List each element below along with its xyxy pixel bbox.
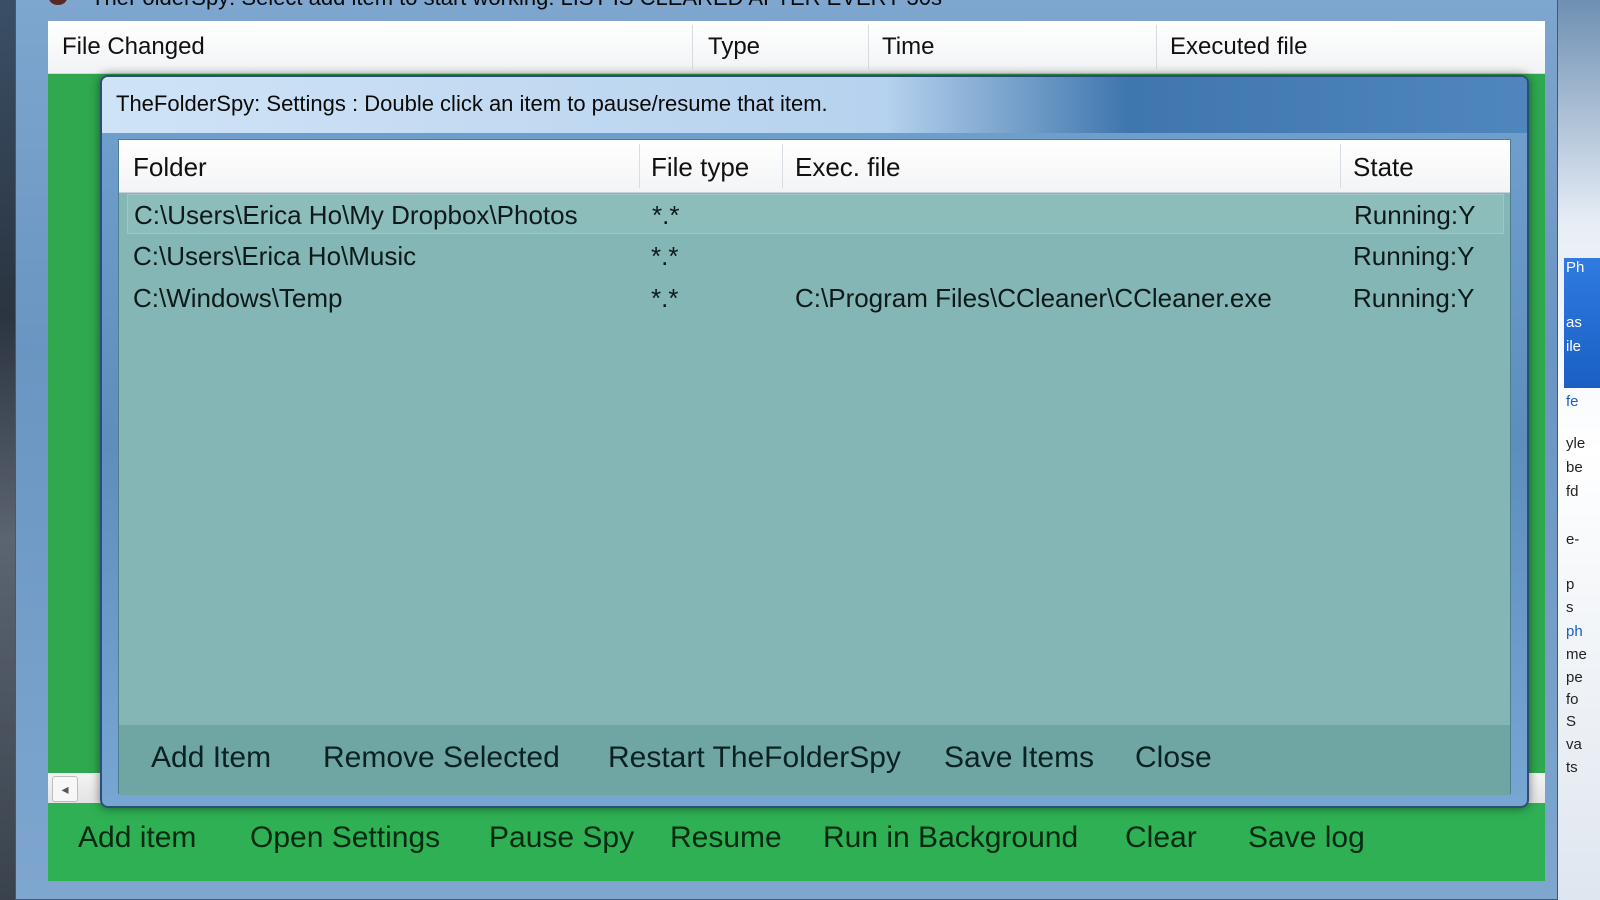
desktop-background-right: Ph as ile fe yle be fd e- p s ph me pe f…: [1552, 0, 1600, 900]
main-toolbar: Add item Open Settings Pause Spy Resume …: [48, 803, 1545, 881]
main-list-header: File Changed Type Time Executed file: [48, 21, 1545, 74]
save-log-button[interactable]: Save log: [1248, 821, 1365, 855]
settings-dialog-titlebar[interactable]: TheFolderSpy: Settings : Double click an…: [102, 77, 1527, 133]
resume-button[interactable]: Resume: [670, 821, 782, 855]
open-settings-button[interactable]: Open Settings: [250, 821, 440, 855]
spy-figure-icon[interactable]: [46, 0, 70, 5]
bg-text-fragment: fe: [1566, 393, 1579, 410]
column-divider[interactable]: [639, 144, 640, 188]
pause-spy-button[interactable]: Pause Spy: [489, 821, 634, 855]
remove-selected-button[interactable]: Remove Selected: [323, 741, 560, 775]
column-divider[interactable]: [782, 144, 783, 188]
column-divider[interactable]: [1156, 25, 1157, 69]
bg-text-fragment: be: [1566, 459, 1583, 476]
row-file-type: *.*: [651, 241, 679, 271]
settings-toolbar: Add Item Remove Selected Restart TheFold…: [119, 725, 1510, 795]
bg-text-fragment: pe: [1566, 669, 1583, 686]
bg-text-fragment: p: [1566, 576, 1575, 593]
settings-dialog-title: TheFolderSpy: Settings : Double click an…: [116, 91, 828, 116]
bg-text-fragment: e-: [1566, 531, 1580, 548]
column-folder[interactable]: Folder: [133, 152, 207, 183]
bg-text-fragment: ph: [1566, 623, 1583, 640]
restart-thefolderspy-button[interactable]: Restart TheFolderSpy: [608, 741, 901, 775]
row-folder: C:\Users\Erica Ho\Music: [133, 241, 417, 271]
row-state: Running:Y: [1353, 283, 1475, 313]
add-item-button[interactable]: Add item: [78, 821, 196, 855]
close-button[interactable]: Close: [1135, 741, 1212, 775]
bg-text-fragment: me: [1566, 646, 1587, 663]
row-folder: C:\Users\Erica Ho\My Dropbox\Photos: [134, 200, 578, 230]
column-file-type[interactable]: File type: [651, 152, 749, 183]
save-items-button[interactable]: Save Items: [944, 741, 1094, 775]
column-exec-file[interactable]: Exec. file: [795, 152, 901, 183]
row-state: Running:Y: [1353, 241, 1475, 271]
settings-dialog: TheFolderSpy: Settings : Double click an…: [100, 75, 1529, 808]
row-folder: C:\Windows\Temp: [133, 283, 343, 313]
bg-text-fragment: va: [1566, 736, 1582, 753]
table-row[interactable]: C:\Users\Erica Ho\My Dropbox\Photos *.* …: [127, 194, 1504, 234]
column-divider[interactable]: [1340, 144, 1341, 188]
column-file-changed[interactable]: File Changed: [62, 33, 205, 61]
run-in-background-button[interactable]: Run in Background: [823, 821, 1078, 855]
column-divider[interactable]: [692, 25, 693, 69]
column-type[interactable]: Type: [708, 33, 760, 61]
column-divider[interactable]: [868, 25, 869, 69]
bg-text-fragment: ts: [1566, 759, 1578, 776]
settings-list-header: Folder File type Exec. file State: [119, 140, 1510, 193]
bg-text-fragment: fd: [1566, 483, 1579, 500]
main-window-title: TheFolderSpy: Select add item to start w…: [91, 0, 942, 11]
table-row[interactable]: C:\Windows\Temp *.* C:\Program Files\CCl…: [127, 278, 1504, 318]
bg-text-fragment: S: [1566, 713, 1577, 730]
bg-text-fragment: ile: [1566, 338, 1582, 355]
table-row[interactable]: C:\Users\Erica Ho\Music *.* Running:Y: [127, 236, 1504, 276]
row-file-type: *.*: [652, 200, 680, 230]
bg-text-fragment: s: [1566, 599, 1574, 616]
scroll-left-arrow-icon[interactable]: ◂: [52, 776, 78, 802]
bg-text-fragment: Ph: [1566, 259, 1585, 276]
bg-text-fragment: yle: [1566, 435, 1586, 452]
settings-list: Folder File type Exec. file State C:\Use…: [118, 139, 1511, 795]
clear-button[interactable]: Clear: [1125, 821, 1197, 855]
bg-text-fragment: fo: [1566, 691, 1579, 708]
row-state: Running:Y: [1354, 200, 1476, 230]
bg-text-fragment: as: [1566, 314, 1582, 331]
add-item-button[interactable]: Add Item: [151, 741, 271, 775]
column-time[interactable]: Time: [882, 33, 934, 61]
row-exec-file: C:\Program Files\CCleaner\CCleaner.exe: [795, 283, 1272, 313]
column-executed-file[interactable]: Executed file: [1170, 33, 1307, 61]
column-state[interactable]: State: [1353, 152, 1414, 183]
row-file-type: *.*: [651, 283, 679, 313]
